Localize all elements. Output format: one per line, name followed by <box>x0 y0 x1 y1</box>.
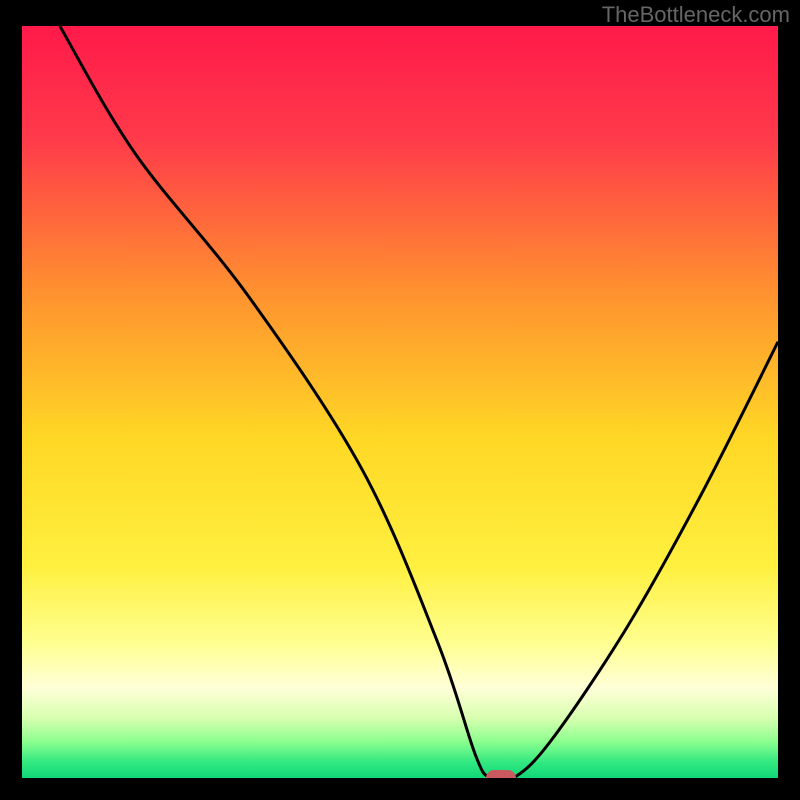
optimal-marker <box>486 770 516 780</box>
curve-layer <box>22 26 778 778</box>
plot-area <box>22 26 778 778</box>
bottleneck-curve <box>60 26 778 778</box>
watermark-text: TheBottleneck.com <box>602 2 790 28</box>
plot-frame <box>20 24 780 780</box>
